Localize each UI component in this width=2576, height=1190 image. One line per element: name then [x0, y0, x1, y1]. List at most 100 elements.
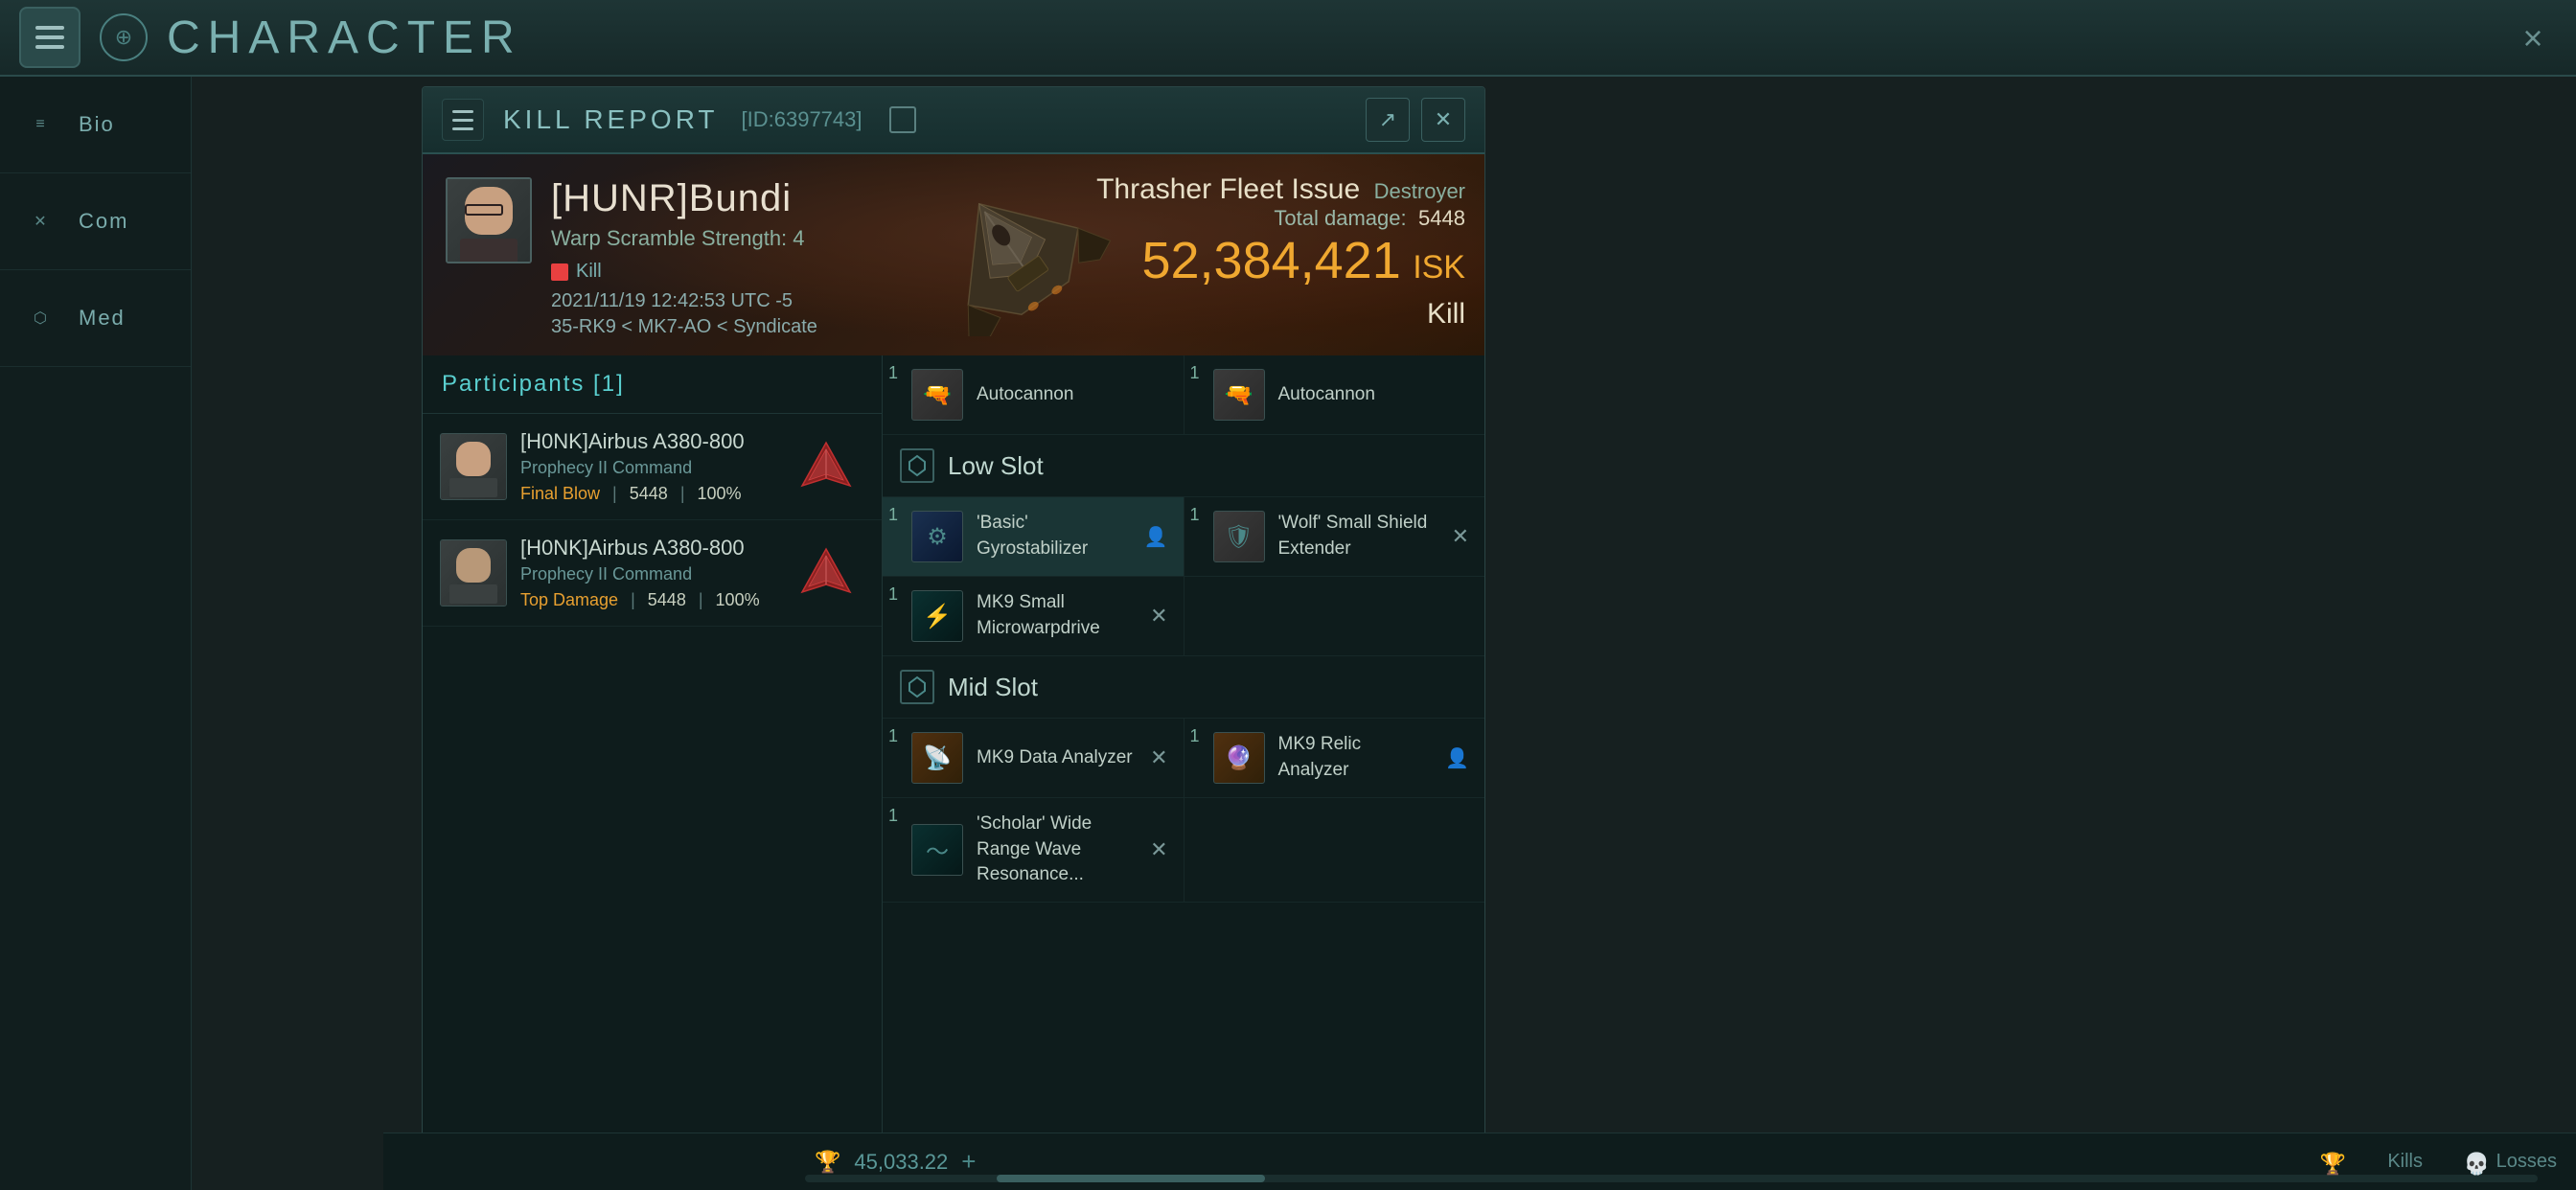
bottom-bar: 🏆 45,033.22 + 🏆 Kills 💀 Losses [383, 1133, 2576, 1190]
low-slot-title: Low Slot [948, 451, 1044, 481]
isk-unit: ISK [1413, 249, 1465, 286]
autocannon-1-icon: 🔫 [911, 369, 963, 421]
sidebar-bio-label: Bio [79, 112, 115, 137]
sep2: | [680, 484, 685, 503]
participant-1-stats: Final Blow | 5448 | 100% [520, 484, 774, 504]
module-empty [1184, 577, 1485, 656]
menu-button[interactable] [19, 7, 80, 68]
sidebar-item-bio[interactable]: ≡ Bio [0, 77, 191, 173]
external-link-button[interactable]: ↗ [1366, 98, 1410, 142]
low-slot-header: Low Slot [883, 435, 1484, 497]
gyrostabilizer-icon-inner: ⚙ [927, 523, 948, 551]
participant-row-1[interactable]: [H0NK]Airbus A380-800 Prophecy II Comman… [423, 414, 882, 520]
participant-2-avatar-img [441, 540, 506, 606]
module-microwarpdrive: 1 ⚡ MK9 Small Microwarpdrive ✕ [883, 577, 1184, 656]
gyrostabilizer-icon: ⚙ [911, 511, 963, 562]
autocannon-2-name: Autocannon [1278, 382, 1375, 408]
module-qty-relic: 1 [1190, 726, 1200, 746]
scrollbar-thumb[interactable] [997, 1175, 1265, 1182]
p2-pct: 100% [716, 590, 760, 609]
sep4: | [699, 590, 703, 609]
mid-slot-row-2: 1 〜 'Scholar' Wide Range Wave Resonance.… [883, 798, 1484, 903]
ship-type: Destroyer [1374, 179, 1465, 203]
participants-title: Participants [1] [442, 371, 625, 397]
shield-extender-remove[interactable]: ✕ [1452, 524, 1469, 549]
damage-row: Total damage: 5448 [1096, 206, 1465, 231]
bio-icon: ≡ [19, 103, 61, 146]
participant-1-info: [H0NK]Airbus A380-800 Prophecy II Comman… [520, 429, 774, 504]
p2-damage: 5448 [648, 590, 686, 609]
microwarpdrive-remove[interactable]: ✕ [1150, 604, 1167, 629]
isk-row: 52,384,421 ISK [1096, 231, 1465, 290]
participant-1-name: [H0NK]Airbus A380-800 [520, 429, 774, 454]
bottom-value-text: 45,033.22 [854, 1150, 948, 1175]
app-title: CHARACTER [167, 11, 522, 64]
main-content: KILL REPORT [ID:6397743] ↗ ✕ [192, 77, 2576, 1190]
gyrostabilizer-person-icon: 👤 [1144, 525, 1168, 549]
modules-panel: 1 🔫 Autocannon 1 🔫 Autocannon [883, 355, 1484, 1179]
participant-2-ship-icon [788, 544, 864, 602]
losses-label: Losses [2496, 1151, 2557, 1173]
participant-2-avatar [440, 539, 507, 606]
mid-slot-header: Mid Slot [883, 656, 1484, 719]
participants-section: Participants [1] [H0NK]Airbus A380-800 P… [423, 355, 1484, 1179]
low-slot-icon [900, 448, 934, 483]
mid-slot-icon [900, 670, 934, 704]
top-damage-label: Top Damage [520, 590, 618, 609]
ship-name: Thrasher Fleet Issue [1096, 173, 1360, 205]
shield-extender-icon-inner: 🛡 [1224, 523, 1253, 551]
autocannon-2-icon-inner: 🔫 [1225, 381, 1254, 409]
relic-analyzer-icon: 🔮 [1213, 732, 1265, 784]
mid-slot-row-1: 1 📡 MK9 Data Analyzer ✕ 1 🔮 MK9 Relic An… [883, 719, 1484, 798]
module-shield-extender: 1 🛡 'Wolf' Small Shield Extender ✕ [1184, 497, 1485, 577]
mid-slot-title: Mid Slot [948, 673, 1038, 702]
participant-1-avatar [440, 433, 507, 500]
kill-report-panel: KILL REPORT [ID:6397743] ↗ ✕ [422, 86, 1485, 1180]
top-bar: ⊕ CHARACTER × [0, 0, 2576, 77]
data-analyzer-icon: 📡 [911, 732, 963, 784]
final-blow-label: Final Blow [520, 484, 600, 503]
module-qty-2: 1 [1190, 363, 1200, 383]
damage-label: Total damage: [1274, 206, 1406, 230]
victim-avatar [446, 177, 532, 263]
data-analyzer-icon-inner: 📡 [923, 744, 952, 772]
sidebar-item-medals[interactable]: ⬡ Med [0, 270, 191, 367]
autocannon-1-name: Autocannon [977, 382, 1073, 408]
gyrostabilizer-name: 'Basic' Gyrostabilizer [977, 511, 1131, 561]
hamburger-icon [35, 26, 64, 49]
ship-name-row: Thrasher Fleet Issue Destroyer [1096, 173, 1465, 206]
module-qty-mwd: 1 [888, 584, 898, 605]
sidebar: ≡ Bio ✕ Com ⬡ Med [0, 77, 192, 1190]
participant-row-2[interactable]: [H0NK]Airbus A380-800 Prophecy II Comman… [423, 520, 882, 627]
participant-1-ship: Prophecy II Command [520, 458, 774, 478]
close-kr-button[interactable]: ✕ [1421, 98, 1465, 142]
avatar-glasses [465, 204, 503, 216]
autocannon-row: 1 🔫 Autocannon 1 🔫 Autocannon [883, 355, 1484, 435]
copy-id-button[interactable] [889, 106, 916, 133]
module-autocannon-2: 1 🔫 Autocannon [1184, 355, 1485, 435]
kill-report-title: KILL REPORT [503, 104, 719, 135]
kr-header-actions: ↗ ✕ [1366, 98, 1465, 142]
p2-head [456, 548, 491, 583]
victim-info: [HUNR]Bundi Warp Scramble Strength: 4 Ki… [551, 177, 817, 338]
avatar-face [460, 187, 518, 254]
autocannon-1-icon-inner: 🔫 [923, 381, 952, 409]
kill-report-id: [ID:6397743] [742, 107, 862, 132]
module-qty-1: 1 [888, 363, 898, 383]
data-analyzer-remove[interactable]: ✕ [1150, 745, 1167, 770]
participant-1-ship-icon [788, 438, 864, 495]
victim-name: [HUNR]Bundi [551, 177, 817, 220]
kr-menu-button[interactable] [442, 99, 484, 141]
sep3: | [631, 590, 635, 609]
module-gyrostabilizer: 1 ⚙ 'Basic' Gyrostabilizer 👤 [883, 497, 1184, 577]
module-qty-shield: 1 [1190, 505, 1200, 525]
bottom-plus-button[interactable]: + [961, 1147, 976, 1177]
isk-value: 52,384,421 [1141, 232, 1400, 289]
close-app-button[interactable]: × [2509, 14, 2557, 62]
relic-person-icon: 👤 [1445, 746, 1469, 770]
wave-resonance-remove[interactable]: ✕ [1150, 837, 1167, 862]
bottom-icon: 🏆 [815, 1150, 840, 1175]
sidebar-item-combat[interactable]: ✕ Com [0, 173, 191, 270]
module-relic-analyzer: 1 🔮 MK9 Relic Analyzer 👤 [1184, 719, 1485, 798]
p1-body [449, 478, 497, 497]
